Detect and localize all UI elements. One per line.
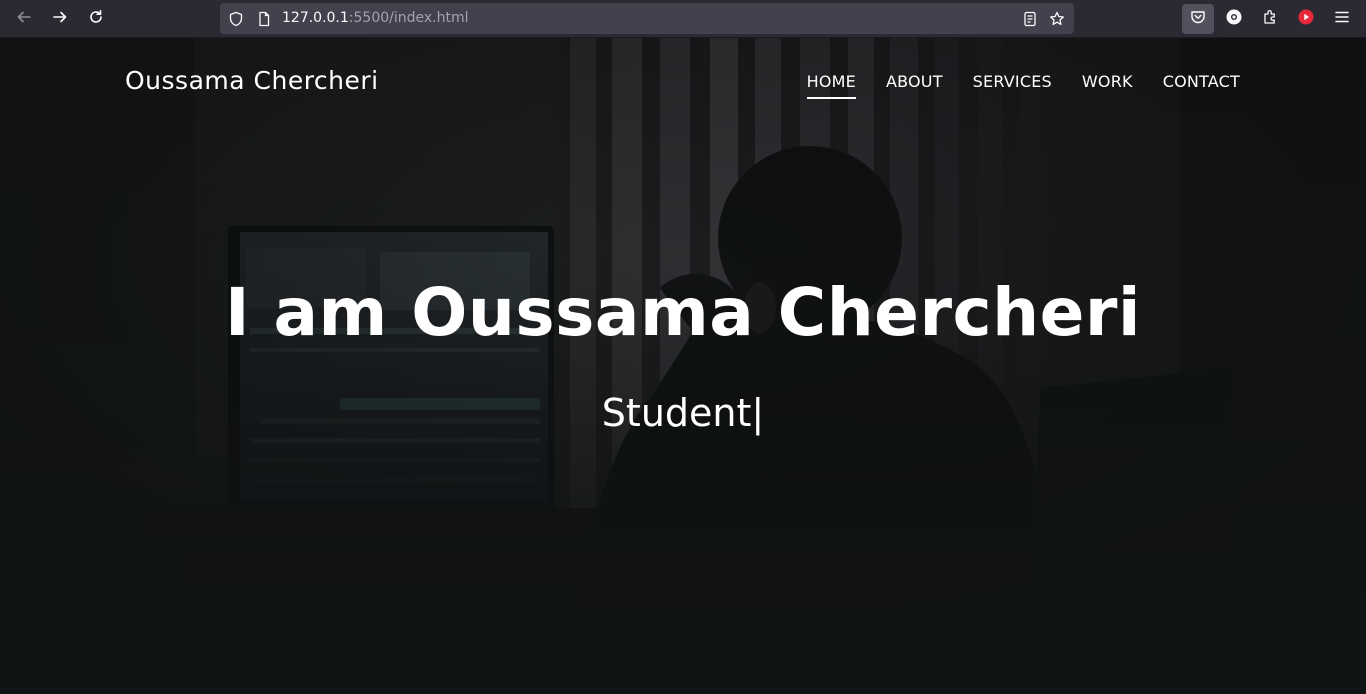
url-path: :5500/index.html xyxy=(348,10,469,26)
forward-arrow-icon xyxy=(52,9,68,29)
reload-button[interactable] xyxy=(82,5,110,33)
hero-subtitle-typing: Student| xyxy=(601,391,765,435)
reader-view-icon[interactable] xyxy=(1022,11,1038,27)
nav-link-services[interactable]: SERVICES xyxy=(973,72,1052,91)
extensions-icon xyxy=(1261,8,1279,30)
account-icon xyxy=(1225,8,1243,30)
bookmark-star-icon[interactable] xyxy=(1049,11,1065,27)
web-page: Oussama Chercheri HOME ABOUT SERVICES WO… xyxy=(0,38,1366,694)
hero-background-image xyxy=(0,38,1366,694)
nav-link-about[interactable]: ABOUT xyxy=(886,72,943,91)
pocket-icon xyxy=(1189,8,1207,30)
account-button[interactable] xyxy=(1218,4,1250,34)
pocket-button[interactable] xyxy=(1182,4,1214,34)
site-logo[interactable]: Oussama Chercheri xyxy=(125,66,379,95)
youtube-extension-icon xyxy=(1297,8,1315,30)
url-host: 127.0.0.1 xyxy=(282,10,349,26)
url-bar[interactable]: 127.0.0.1:5500/index.html xyxy=(220,3,1074,34)
forward-button[interactable] xyxy=(46,5,74,33)
nav-link-home[interactable]: HOME xyxy=(806,72,857,99)
back-arrow-icon xyxy=(16,9,32,29)
hero-title: I am Oussama Chercheri xyxy=(224,274,1142,351)
shield-icon[interactable] xyxy=(228,11,244,27)
reload-icon xyxy=(88,9,104,29)
browser-toolbar: 127.0.0.1:5500/index.html xyxy=(0,0,1366,38)
nav-link-contact[interactable]: CONTACT xyxy=(1163,72,1240,91)
url-text[interactable]: 127.0.0.1:5500/index.html xyxy=(282,10,469,26)
site-nav: HOME ABOUT SERVICES WORK CONTACT xyxy=(777,72,1240,99)
back-button[interactable] xyxy=(10,5,38,33)
extensions-button[interactable] xyxy=(1254,4,1286,34)
menu-button[interactable] xyxy=(1326,4,1358,34)
nav-link-work[interactable]: WORK xyxy=(1082,72,1133,91)
youtube-extension-button[interactable] xyxy=(1290,4,1322,34)
menu-icon xyxy=(1333,8,1351,30)
page-icon[interactable] xyxy=(256,11,272,27)
